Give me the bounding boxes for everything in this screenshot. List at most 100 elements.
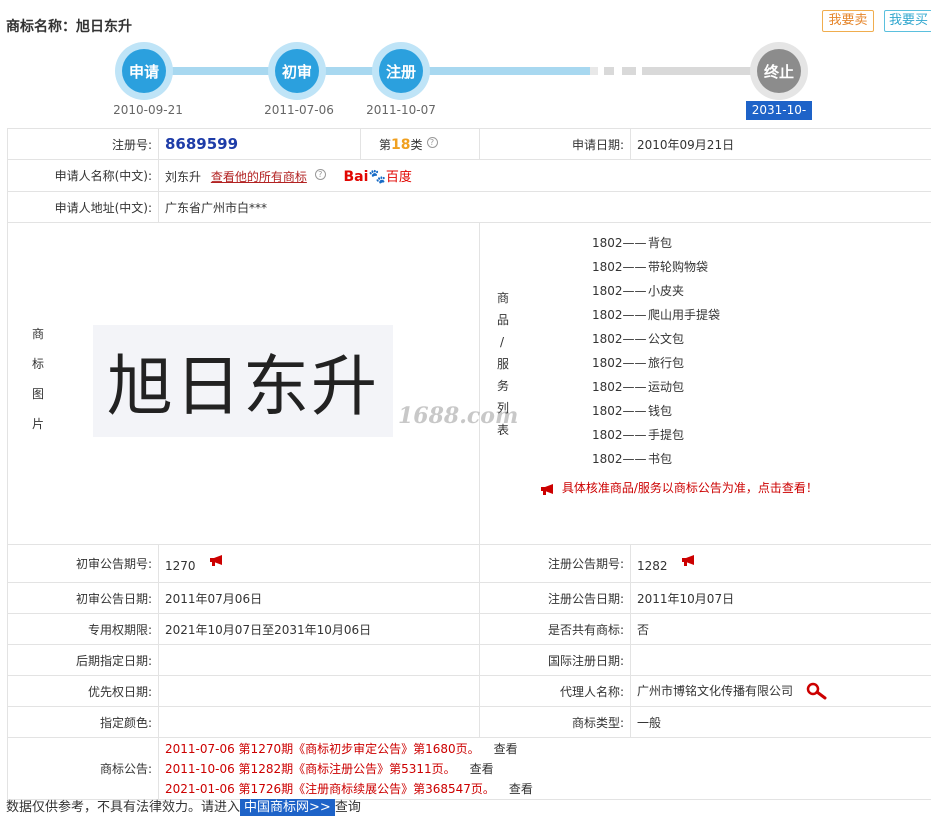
goods-code: 1802——	[592, 404, 647, 418]
announcement-cell: 2011-07-06 第1270期《商标初步审定公告》第1680页。 查看 201…	[158, 737, 931, 800]
image-label: 商 标 图 片	[28, 319, 48, 439]
list-item: 1802——旅行包	[592, 351, 720, 375]
prelim-no-cell: 1270	[158, 544, 480, 583]
goods-label-char: 表	[497, 423, 510, 437]
timeline-date-expire: 2031-10-06	[746, 101, 812, 136]
goods-label: 商 品 / 服 务 列 表	[497, 287, 509, 441]
list-item: 1802——爬山用手提袋	[592, 303, 720, 327]
announcement-text: 2021-01-06 第1726期《注册商标续展公告》第368547页。	[165, 781, 495, 796]
image-label-char: 标	[31, 357, 44, 371]
goods-label-char: 务	[497, 379, 510, 393]
step-label: 注册	[379, 49, 423, 93]
timeline-date-prelim: 2011-07-06	[264, 103, 334, 117]
class-prefix: 第	[379, 137, 392, 152]
goods-label-char: 列	[497, 401, 510, 415]
goods-code: 1802——	[592, 380, 647, 394]
step-label: 申请	[122, 49, 166, 93]
apply-date-label: 申请日期:	[479, 128, 631, 160]
reg-pub-no-cell: 1282	[630, 544, 931, 583]
baidu-logo-text: 百度	[385, 170, 412, 185]
list-item: 1802——运动包	[592, 375, 720, 399]
intl-date-value	[630, 644, 931, 676]
help-icon[interactable]: ?	[426, 136, 438, 148]
agent-value: 广州市博铭文化传播有限公司	[637, 683, 794, 698]
class-number: 18	[391, 136, 411, 153]
list-item: 1802——钱包	[592, 399, 720, 423]
view-all-trademarks-link[interactable]: 查看他的所有商标	[211, 170, 307, 184]
tm-type-label: 商标类型:	[479, 706, 631, 738]
goods-code: 1802——	[592, 428, 647, 442]
class-cell: 第18类?	[360, 128, 480, 160]
announcement-row: 2011-10-06 第1282期《商标注册公告》第5311页。 查看	[165, 759, 925, 779]
baidu-logo-text: Bai	[343, 169, 369, 185]
timeline-step-prelim: 初审	[268, 42, 326, 100]
list-item: 1802——手提包	[592, 423, 720, 447]
image-label-char: 图	[31, 387, 44, 401]
goods-code: 1802——	[592, 452, 647, 466]
apply-date-value: 2010年09月21日	[630, 128, 931, 160]
announcement-text: 2011-10-06 第1282期《商标注册公告》第5311页。	[165, 761, 456, 776]
list-item: 1802——书包	[592, 447, 720, 471]
buy-button[interactable]: 我要买	[884, 10, 931, 32]
goods-name: 公文包	[648, 332, 685, 346]
later-date-label: 后期指定日期:	[7, 644, 159, 676]
reg-pub-no-label: 注册公告期号:	[479, 544, 631, 583]
goods-label-char: 商	[497, 291, 510, 305]
list-item: 1802——小皮夹	[592, 279, 720, 303]
prelim-no-label: 初审公告期号:	[7, 544, 159, 583]
reg-no-label: 注册号:	[7, 128, 159, 160]
list-item: 1802——公文包	[592, 327, 720, 351]
color-value	[158, 706, 480, 738]
help-icon[interactable]: ?	[314, 169, 326, 180]
goods-code: 1802——	[592, 332, 647, 346]
announcement-row: 2011-07-06 第1270期《商标初步审定公告》第1680页。 查看	[165, 739, 925, 759]
announcement-text: 2011-07-06 第1270期《商标初步审定公告》第1680页。	[165, 741, 480, 756]
sell-button[interactable]: 我要卖	[822, 10, 874, 32]
agent-label: 代理人名称:	[479, 675, 631, 707]
timeline-dash	[622, 67, 636, 75]
priority-date-label: 优先权日期:	[7, 675, 159, 707]
goods-name: 运动包	[648, 380, 685, 394]
prelim-date-value: 2011年07月06日	[158, 582, 480, 614]
goods-services-cell: 商 品 / 服 务 列 表 1802——背包 1802——带轮购物袋 1802—…	[479, 222, 931, 545]
goods-name: 钱包	[648, 404, 673, 418]
goods-label-char: 品	[497, 313, 510, 327]
prelim-no-value: 1270	[165, 559, 196, 573]
view-announcement-link[interactable]: 查看	[494, 742, 518, 756]
baidu-paw-icon: 🐾	[368, 169, 386, 185]
trademark-info-table: 注册号: 8689599 第18类? 申请日期: 2010年09月21日 申请人…	[7, 128, 931, 800]
step-label: 终止	[757, 49, 801, 93]
goods-name: 带轮购物袋	[648, 260, 709, 274]
goods-name: 手提包	[648, 428, 685, 442]
search-icon[interactable]	[805, 682, 829, 700]
prelim-date-label: 初审公告日期:	[7, 582, 159, 614]
timeline-step-apply: 申请	[115, 42, 173, 100]
tm-type-value: 一般	[630, 706, 931, 738]
disclaimer-suffix: 查询	[334, 800, 361, 815]
page-title: 商标名称：旭日东升	[6, 19, 132, 35]
goods-list: 1802——背包 1802——带轮购物袋 1802——小皮夹 1802——爬山用…	[592, 231, 720, 471]
goods-notice-text: 具体核准商品/服务以商标公告为准，点击查看！	[561, 481, 818, 495]
class-suffix: 类	[410, 137, 423, 152]
trademark-image-cell: 商 标 图 片 旭日东升 1688.com	[7, 222, 518, 545]
view-announcement-link[interactable]: 查看	[509, 782, 533, 796]
goods-name: 书包	[648, 452, 673, 466]
timeline-dash	[604, 67, 614, 75]
megaphone-icon[interactable]	[681, 554, 699, 566]
goods-notice-link[interactable]: 具体核准商品/服务以商标公告为准，点击查看！	[540, 479, 818, 496]
china-trademark-link[interactable]: 中国商标网>>	[240, 799, 335, 816]
step-label: 初审	[275, 49, 319, 93]
address-value: 广东省广州市白***	[158, 191, 931, 223]
megaphone-icon	[541, 483, 553, 495]
view-announcement-link[interactable]: 查看	[470, 762, 494, 776]
address-label: 申请人地址(中文):	[7, 191, 159, 223]
color-label: 指定颜色:	[7, 706, 159, 738]
shared-label: 是否共有商标:	[479, 613, 631, 645]
timeline-date-register: 2011-10-07	[366, 103, 436, 117]
timeline-remaining-bar	[642, 67, 760, 75]
megaphone-icon[interactable]	[209, 554, 227, 566]
goods-code: 1802——	[592, 356, 647, 370]
baidu-search-button[interactable]: Bai🐾百度	[344, 166, 412, 185]
exclusive-period-value: 2021年10月07日至2031年10月06日	[158, 613, 480, 645]
disclaimer-footer: 数据仅供参考，不具有法律效力。请进入 中国商标网>> 查询	[6, 798, 361, 818]
